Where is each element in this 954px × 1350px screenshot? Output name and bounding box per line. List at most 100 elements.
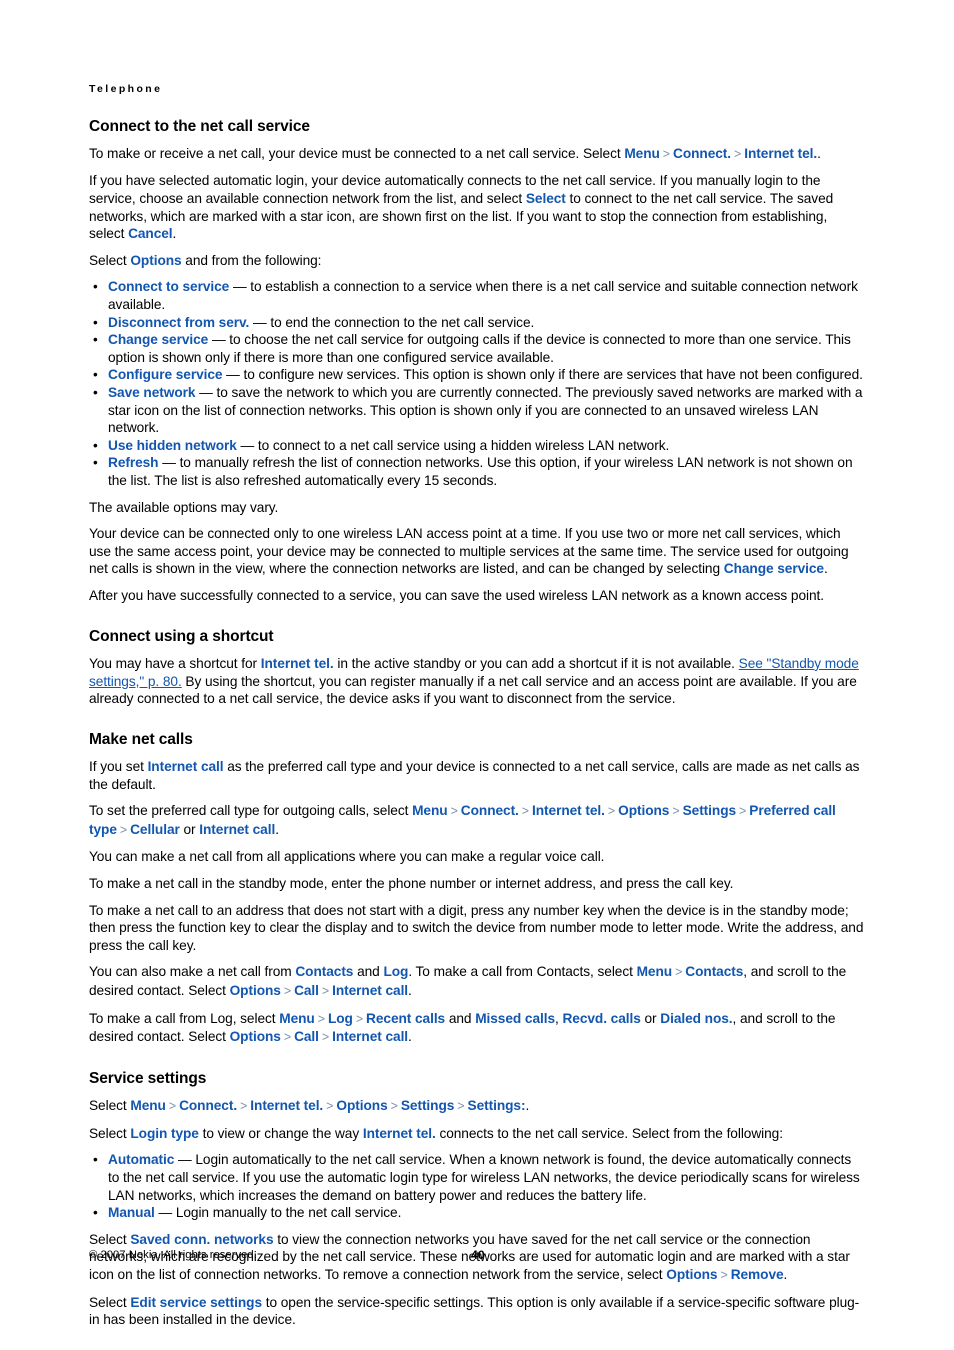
ui-term-link[interactable]: Recent calls [366, 1011, 445, 1026]
ui-term-link[interactable]: Log [328, 1011, 353, 1026]
ui-term-link[interactable]: Connect. [673, 146, 731, 161]
breadcrumb-separator-icon: > [607, 804, 616, 819]
ui-term-link[interactable]: Contacts [295, 964, 353, 979]
body-paragraph: The available options may vary. [89, 499, 865, 517]
ui-term-link[interactable]: Use hidden network [108, 438, 237, 453]
ui-term-link[interactable]: Remove [731, 1267, 784, 1282]
text-run: Select [89, 252, 131, 268]
text-run: You may have a shortcut for [89, 655, 261, 671]
ui-term-link[interactable]: Automatic [108, 1152, 174, 1167]
text-run: — Login automatically to the net call se… [108, 1152, 860, 1203]
ui-term-link[interactable]: Contacts [685, 964, 743, 979]
body-paragraph: If you have selected automatic login, yo… [89, 172, 865, 242]
ui-term-link[interactable]: Internet call [332, 1029, 408, 1044]
body-paragraph: Select Menu > Connect. > Internet tel. > Optio… [89, 1097, 865, 1116]
running-head: Telephone [89, 83, 163, 95]
ui-term-link[interactable]: Internet tel. [363, 1126, 436, 1141]
ui-term-link[interactable]: Change service [108, 332, 208, 347]
text-run: . [408, 1029, 412, 1045]
text-run: . [817, 145, 821, 161]
list-item: • Change service — to choose the net call… [89, 331, 865, 366]
body-paragraph: After you have successfully connected to… [89, 587, 865, 605]
ui-term-link[interactable]: Settings: [468, 1098, 526, 1113]
bullet-dot-icon: • [93, 332, 98, 348]
breadcrumb-separator-icon: > [240, 1099, 248, 1114]
ui-term-link[interactable]: Refresh [108, 455, 159, 470]
ui-term-link[interactable]: Call [294, 1029, 319, 1044]
text-run: . [408, 983, 412, 998]
body-paragraph: Select Options and from the following: [89, 252, 865, 270]
ui-term-link[interactable]: Call [294, 983, 319, 998]
ui-term-link[interactable]: Internet tel. [250, 1098, 323, 1113]
body-paragraph: Select Edit service settings to open the… [89, 1294, 865, 1329]
ui-term-link[interactable]: Options [130, 253, 181, 268]
section-heading: Connect to the net call service [89, 117, 310, 135]
ui-term-link[interactable]: Internet tel. [532, 803, 605, 818]
text-run: — to end the connection to the net call … [249, 314, 535, 330]
text-run: To make a call from Log, select [89, 1010, 280, 1026]
ui-term-link[interactable]: Disconnect from serv. [108, 315, 249, 330]
list-item: • Automatic — Login automatically to the … [89, 1151, 865, 1204]
ui-term-link[interactable]: Settings [401, 1098, 455, 1113]
breadcrumb-separator-icon: > [119, 822, 128, 837]
ui-term-link[interactable]: Recvd. calls [562, 1011, 640, 1026]
breadcrumb-separator-icon: > [457, 1099, 465, 1114]
ui-term-link[interactable]: Options [230, 1029, 281, 1044]
text-run: or [179, 821, 200, 837]
ui-term-link[interactable]: Edit service settings [130, 1295, 262, 1310]
ui-term-link[interactable]: Settings [683, 803, 737, 818]
ui-term-link[interactable]: Options [230, 983, 281, 998]
list-item: • Disconnect from serv. — to end the conn… [89, 314, 865, 332]
ui-term-link[interactable]: Save network [108, 385, 195, 400]
section-heading: Connect using a shortcut [89, 627, 274, 645]
ui-term-link[interactable]: Select [526, 191, 566, 206]
body-paragraph: To make a call from Log, select Menu > Log… [89, 1010, 865, 1047]
bullet-dot-icon: • [93, 385, 98, 400]
ui-term-link[interactable]: Internet call [148, 759, 224, 774]
text-run: Select [89, 1231, 131, 1247]
breadcrumb-separator-icon: > [675, 965, 683, 980]
ui-term-link[interactable]: Manual [108, 1205, 155, 1220]
ui-term-link[interactable]: Options [336, 1098, 387, 1113]
ui-term-link[interactable]: Menu [130, 1098, 166, 1113]
ui-term-link[interactable]: Dialed nos. [660, 1011, 732, 1026]
text-run: After you have successfully connected to… [89, 587, 824, 603]
ui-term-link[interactable]: Internet tel. [261, 656, 334, 671]
ui-term-link[interactable]: Connect. [461, 803, 519, 818]
ui-term-link[interactable]: Cancel [128, 226, 173, 241]
bullet-dot-icon: • [93, 455, 98, 471]
ui-term-link[interactable]: Connect. [179, 1098, 237, 1113]
ui-term-link[interactable]: Menu [279, 1011, 315, 1026]
ui-term-link[interactable]: Missed calls [475, 1011, 555, 1026]
ui-term-link[interactable]: Menu [412, 803, 448, 818]
text-run: You can make a net call from all applica… [89, 849, 605, 865]
list-item: • Connect to service — to establish a con… [89, 278, 865, 313]
page-footer: © 2007 Nokia. All rights reserved. 40 [89, 1248, 865, 1266]
text-run: to view or change the way [198, 1125, 363, 1141]
ui-term-link[interactable]: Menu [637, 964, 673, 979]
ui-term-link[interactable]: Change service [724, 561, 824, 576]
ui-term-link[interactable]: Connect to service [108, 279, 229, 294]
ui-term-link[interactable]: Options [666, 1267, 717, 1282]
body-paragraph: Your device can be connected only to one… [89, 525, 865, 578]
ui-term-link[interactable]: Login type [130, 1126, 199, 1141]
ui-term-link[interactable]: Log [383, 964, 408, 979]
text-run: and from the following: [181, 252, 322, 268]
breadcrumb-separator-icon: > [168, 1099, 177, 1114]
breadcrumb-separator-icon: > [283, 984, 292, 998]
text-run: To make a net call in the standby mode, … [89, 876, 734, 892]
ui-term-link[interactable]: Menu [624, 146, 660, 161]
ui-term-link[interactable]: Cellular [130, 822, 180, 837]
ui-term-link[interactable]: Internet tel. [744, 146, 817, 161]
ui-term-link[interactable]: Internet call [199, 822, 275, 837]
document-content: Connect to the net call service To make o… [89, 117, 865, 1329]
body-paragraph: Select Login type to view or change the … [89, 1125, 865, 1143]
list-item: • Refresh — to manually refresh the list … [89, 454, 865, 489]
ui-term-link[interactable]: Internet call [332, 983, 408, 998]
document-page: Telephone Connect to the net call servic… [0, 0, 954, 1350]
breadcrumb-separator-icon: > [355, 1011, 364, 1026]
ui-term-link[interactable]: Configure service [108, 367, 223, 382]
text-run: or [640, 1010, 661, 1026]
ui-term-link[interactable]: Options [618, 803, 669, 818]
ui-term-link[interactable]: Saved conn. networks [130, 1232, 273, 1247]
